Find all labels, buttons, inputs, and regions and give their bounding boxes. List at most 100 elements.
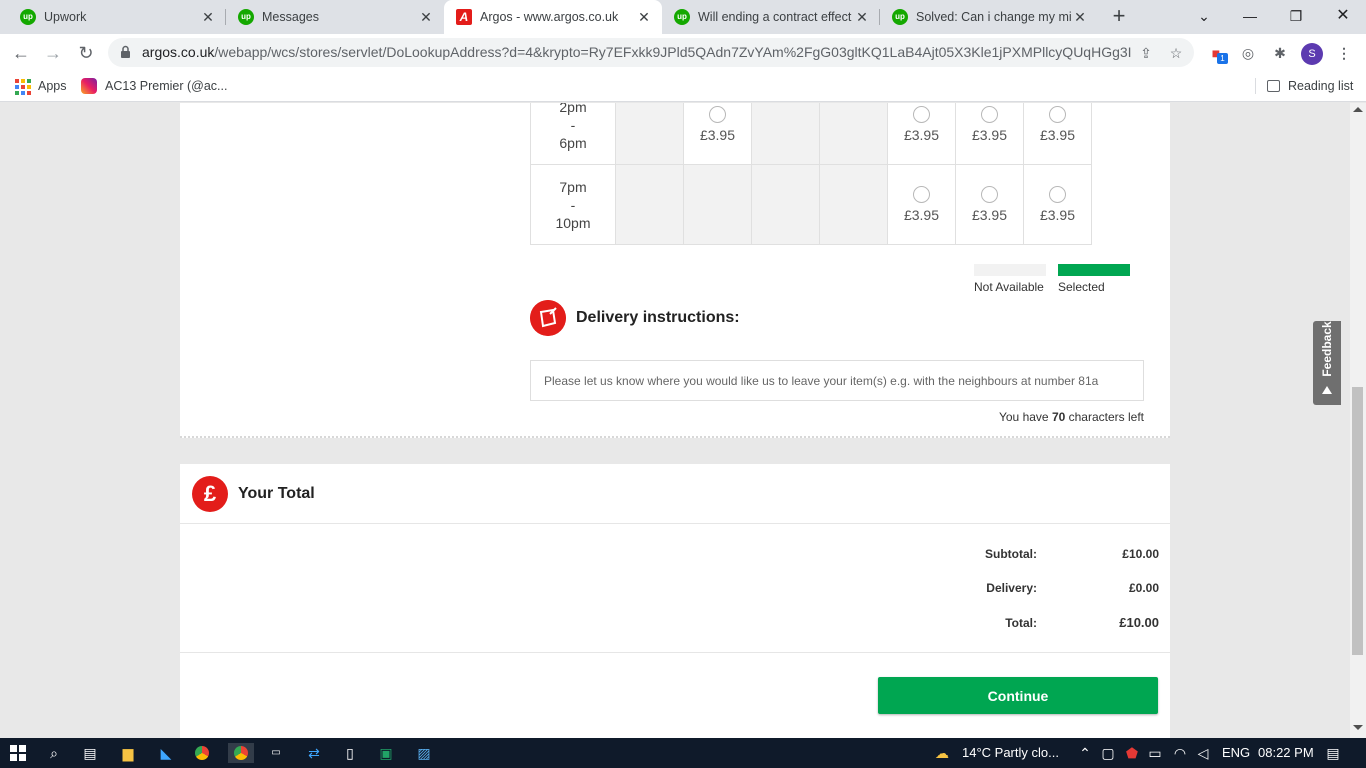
slot-radio[interactable] [913,186,930,203]
upwork-icon: up [674,9,690,25]
new-tab-button[interactable]: + [1108,5,1130,28]
close-icon[interactable]: ✕ [418,9,434,25]
bookmark-separator [1255,78,1256,94]
slot-radio[interactable] [1049,186,1066,203]
arrow-up-icon [1322,386,1332,394]
slot-radio[interactable] [981,106,998,123]
upwork-icon: up [238,9,254,25]
delivery-panel: 2pm -6pm £3.95 £3.95 £3.95 £3.95 7pm -10pm £3.95… [180,103,1170,438]
clock[interactable]: 08:22 PM [1258,738,1314,768]
close-icon[interactable]: ✕ [854,9,870,25]
volume-icon[interactable]: ◁ [1193,743,1213,763]
continue-button[interactable]: Continue [878,677,1158,714]
browser-toolbar: ← → ↻ argos.co.uk/webapp/wcs/stores/serv… [0,34,1366,71]
tab-messages[interactable]: up Messages ✕ [226,0,444,34]
photos-icon[interactable]: ▨ [414,743,434,763]
page-scrollbar[interactable] [1350,103,1366,738]
excel-icon[interactable]: ▣ [376,743,396,763]
legend-not-available: Not Available [974,264,1046,294]
close-icon[interactable]: ✕ [200,9,216,25]
your-total-header: £ Your Total [180,464,1170,524]
tab-strip: up Upwork ✕ up Messages ✕ A Argos - www.… [0,0,1366,34]
url-path: /webapp/wcs/stores/servlet/DoLookupAddre… [214,44,1132,60]
close-icon[interactable]: ✕ [636,9,652,25]
security-shield-icon[interactable]: ⬟ [1122,743,1142,763]
tab-solved[interactable]: up Solved: Can i change my min ✕ [880,0,1098,34]
tab-title: Upwork [44,10,87,24]
menu-kebab-icon[interactable]: ⋮ [1332,41,1356,65]
profile-avatar[interactable]: S [1301,43,1323,65]
divider [180,652,1170,653]
slot-option[interactable]: £3.95 [683,103,752,165]
feedback-tab[interactable]: Feedback [1313,321,1341,405]
slot-option[interactable]: £3.95 [887,103,956,165]
slot-radio[interactable] [981,186,998,203]
close-icon[interactable]: ✕ [1072,9,1088,25]
reload-icon[interactable]: ↻ [73,40,99,66]
forward-icon[interactable]: → [40,40,66,66]
slot-option[interactable]: £3.95 [1023,164,1092,245]
windows-start-icon[interactable] [8,743,28,763]
tab-will-ending-contract[interactable]: up Will ending a contract effect ✕ [662,0,880,34]
file-explorer-icon[interactable]: ▆ [118,743,138,763]
reading-list-button[interactable]: Reading list [1267,71,1353,101]
slot-time-line: - [570,196,576,213]
chrome-icon[interactable] [192,743,212,763]
slot-radio[interactable] [1049,106,1066,123]
back-icon[interactable]: ← [8,40,34,66]
tab-search-icon[interactable]: ⌄ [1181,0,1227,34]
teamviewer-icon[interactable]: ⇄ [304,743,324,763]
notifications-icon[interactable]: ▤ [1323,743,1343,763]
instagram-icon [81,78,97,94]
wifi-icon[interactable]: ◠ [1170,743,1190,763]
terminal-icon[interactable]: ▭ [266,743,286,763]
scroll-up-icon[interactable] [1353,107,1363,112]
scroll-down-icon[interactable] [1353,725,1363,730]
bookmark-ac13[interactable]: AC13 Premier (@ac... [81,71,227,101]
bookmark-apps[interactable]: Apps [14,71,67,101]
your-total-panel: £ Your Total Subtotal: £10.00 Delivery: … [180,464,1170,738]
task-view-icon[interactable]: ▤ [80,743,100,763]
extensions-puzzle-icon[interactable]: ✱ [1268,41,1292,65]
meet-now-icon[interactable]: ▢ [1098,743,1118,763]
grammar-extension-icon[interactable]: ◎ [1236,41,1260,65]
bookmark-label: Apps [38,79,67,93]
slot-time: 2pm -6pm [530,103,616,165]
battery-icon[interactable]: ▭ [1145,743,1165,763]
slot-time-line: 6pm [559,134,587,151]
search-icon[interactable]: ⌕ [44,743,64,763]
slot-option[interactable]: £3.95 [887,164,956,245]
close-window-icon[interactable]: ✕ [1320,0,1366,34]
scrollbar-thumb[interactable] [1352,387,1363,655]
pound-icon: £ [192,476,228,512]
address-bar[interactable]: argos.co.uk/webapp/wcs/stores/servlet/Do… [108,38,1194,67]
weather-icon[interactable]: ☁ [932,743,952,763]
slot-option[interactable]: £3.95 [1023,103,1092,165]
minimize-icon[interactable]: — [1227,0,1273,34]
slot-unavailable [683,164,752,245]
extension-icon[interactable]: ■ 1 [1204,41,1228,65]
slot-radio[interactable] [913,106,930,123]
lock-icon [121,45,130,58]
language-indicator[interactable]: ENG [1222,738,1250,768]
slot-price: £3.95 [1039,207,1076,223]
chrome-active-icon[interactable] [228,743,254,763]
notepad-icon[interactable]: ▯ [340,743,360,763]
bookmark-star-icon[interactable]: ☆ [1166,43,1186,63]
restore-icon[interactable]: ❐ [1273,0,1319,34]
chevron-up-icon[interactable]: ⌃ [1075,743,1095,763]
vscode-icon[interactable]: ◣ [156,743,176,763]
weather-text[interactable]: 14°C Partly clo... [962,738,1059,768]
slot-option[interactable]: £3.95 [955,164,1024,245]
share-icon[interactable]: ⇪ [1136,43,1156,63]
feedback-label: Feedback [1320,321,1334,377]
tab-argos[interactable]: A Argos - www.argos.co.uk ✕ [444,0,662,34]
apps-grid-icon [14,78,31,95]
slot-radio[interactable] [709,106,726,123]
tab-upwork[interactable]: up Upwork ✕ [8,0,226,34]
slot-time-line: 2pm [559,103,587,115]
slot-option[interactable]: £3.95 [955,103,1024,165]
delivery-instructions-input[interactable] [530,360,1144,401]
slot-unavailable [615,103,684,165]
delivery-instructions-title: Delivery instructions: [576,309,740,326]
